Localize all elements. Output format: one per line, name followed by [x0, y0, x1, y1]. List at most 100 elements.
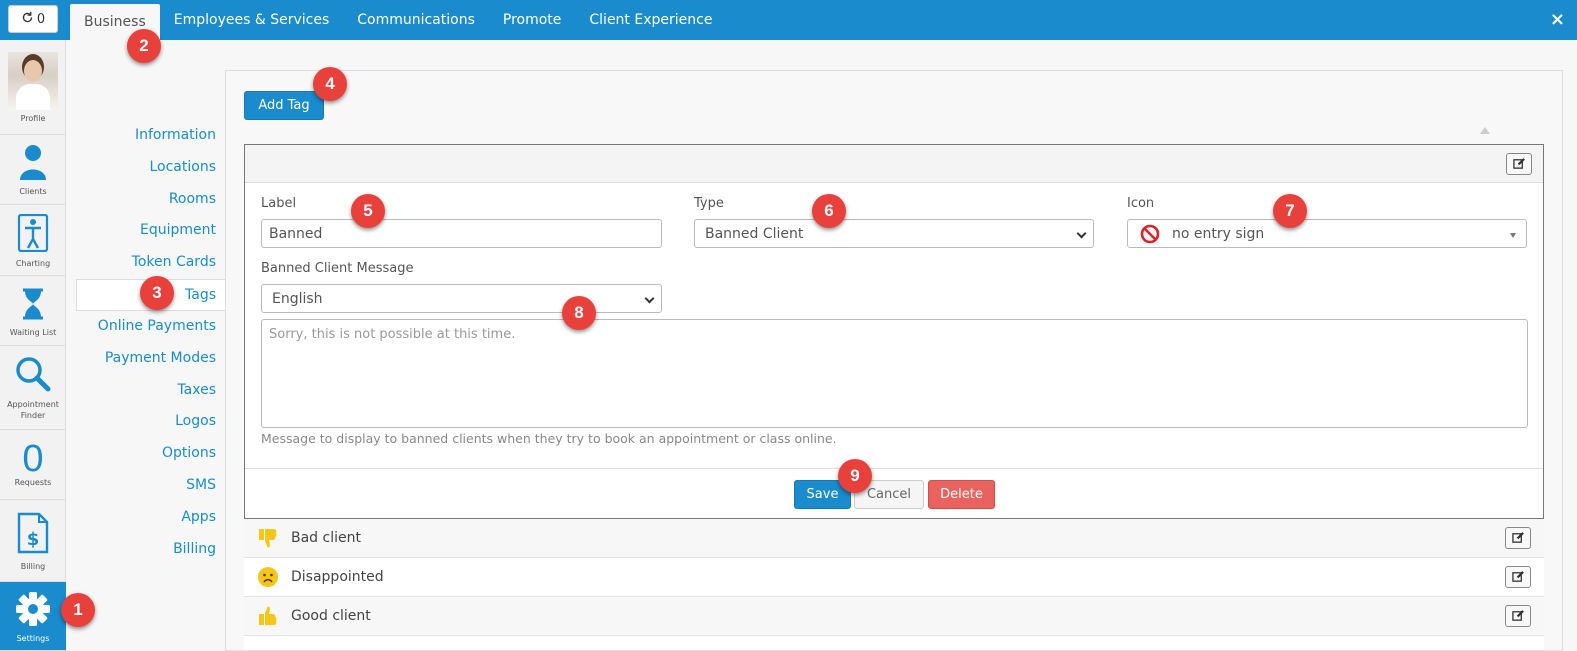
tag-editor: Label Banned Type Banned Client Icon no … [244, 144, 1544, 519]
tab-employees-services[interactable]: Employees & Services [160, 0, 343, 40]
subnav-item-information[interactable]: Information [76, 120, 226, 152]
subnav-item-sms[interactable]: SMS [76, 470, 226, 502]
edit-icon [1511, 529, 1525, 548]
subnav-item-token-cards[interactable]: Token Cards [76, 247, 226, 279]
callout-badge: 6 [812, 194, 846, 228]
subnav-item-online-payments[interactable]: Online Payments [76, 311, 226, 343]
message-textarea[interactable]: Sorry, this is not possible at this time… [261, 319, 1528, 428]
avatar [8, 52, 58, 110]
subnav-item-locations[interactable]: Locations [76, 152, 226, 184]
language-select[interactable]: English [261, 284, 662, 313]
top-bar: 0 Business Employees & Services Communic… [0, 0, 1577, 40]
type-select[interactable]: Banned Client [694, 219, 1094, 248]
type-caption: Type [694, 196, 724, 211]
edit-icon [1511, 568, 1525, 587]
rail-item-waiting-list[interactable]: Waiting List [0, 276, 66, 346]
callout-badge: 4 [313, 67, 347, 101]
tag-row [244, 636, 1544, 651]
rail-label-waiting-list: Waiting List [9, 328, 57, 337]
message-help-text: Message to display to banned clients whe… [261, 431, 837, 446]
rail-item-settings[interactable]: Settings [0, 582, 66, 651]
edit-icon [1512, 155, 1526, 174]
rail-label-charting: Charting [15, 259, 51, 268]
rail-label-settings: Settings [16, 634, 50, 643]
person-icon [18, 144, 48, 184]
icon-caption: Icon [1127, 196, 1155, 211]
edit-button[interactable] [1505, 566, 1531, 588]
callout-badge: 3 [140, 276, 174, 310]
body-chart-icon [17, 213, 49, 256]
callout-badge: 5 [351, 194, 385, 228]
label-input[interactable]: Banned [261, 219, 662, 248]
callout-badge: 7 [1273, 194, 1307, 228]
main-tabs: Business Employees & Services Communicat… [70, 0, 726, 40]
subnav-item-taxes[interactable]: Taxes [76, 375, 226, 407]
language-select-value: English [272, 290, 323, 307]
rail-label-clients: Clients [19, 187, 47, 196]
rail-label-profile: Profile [20, 114, 46, 123]
invoice-dollar-icon: $ [17, 512, 49, 558]
edit-button[interactable] [1506, 153, 1532, 175]
tag-name: Good client [291, 608, 371, 624]
scroll-up-icon[interactable] [1480, 127, 1490, 134]
tag-row: Disappointed [244, 558, 1544, 597]
subnav-item-payment-modes[interactable]: Payment Modes [76, 343, 226, 375]
gear-icon [16, 592, 50, 630]
subnav-item-billing[interactable]: Billing [76, 534, 226, 566]
callout-badge: 2 [127, 29, 161, 63]
no-entry-sign-icon [1140, 224, 1160, 244]
refresh-icon [21, 11, 34, 28]
subnav-item-rooms[interactable]: Rooms [76, 184, 226, 216]
edit-button[interactable] [1505, 527, 1531, 549]
edit-button[interactable] [1505, 605, 1531, 627]
left-rail: Profile Clients Charting Waiting List Ap… [0, 40, 66, 651]
chevron-down-icon [644, 293, 655, 304]
rail-item-charting[interactable]: Charting [0, 205, 66, 276]
tag-row: Bad client [244, 519, 1544, 558]
edit-icon [1511, 607, 1525, 626]
close-icon[interactable]: × [1550, 9, 1565, 30]
rail-label-appointment-finder: Appointment Finder [7, 400, 59, 420]
tab-communications[interactable]: Communications [343, 0, 489, 40]
caret-down-icon [1510, 233, 1516, 238]
rail-item-billing[interactable]: $ Billing [0, 500, 66, 582]
thumbs-down-icon [257, 527, 279, 549]
frowning-face-icon [257, 566, 279, 588]
add-tag-button[interactable]: Add Tag [244, 91, 324, 120]
rail-item-clients[interactable]: Clients [0, 135, 66, 205]
tag-row: Good client [244, 597, 1544, 636]
rail-item-requests[interactable]: 0 Requests [0, 430, 66, 500]
delete-button[interactable]: Delete [928, 480, 995, 509]
requests-count: 0 [22, 438, 44, 480]
tag-editor-header [245, 145, 1543, 183]
rail-label-requests: Requests [14, 478, 52, 487]
subnav-item-equipment[interactable]: Equipment [76, 215, 226, 247]
rail-item-appointment-finder[interactable]: Appointment Finder [0, 346, 66, 430]
tag-name: Bad client [291, 530, 361, 546]
tag-editor-footer: Save Cancel Delete [245, 468, 1543, 519]
refresh-count: 0 [36, 11, 46, 27]
callout-badge: 8 [562, 296, 596, 330]
subnav-item-options[interactable]: Options [76, 438, 226, 470]
icon-select[interactable]: no entry sign [1127, 219, 1527, 248]
hourglass-icon [20, 288, 46, 324]
subnav-item-apps[interactable]: Apps [76, 502, 226, 534]
tag-name: Disappointed [291, 569, 384, 585]
tab-promote[interactable]: Promote [489, 0, 576, 40]
icon-select-value: no entry sign [1172, 225, 1265, 242]
magnifier-icon [15, 356, 51, 396]
callout-badge: 1 [61, 593, 95, 627]
label-caption: Label [261, 196, 297, 211]
tab-client-experience[interactable]: Client Experience [575, 0, 726, 40]
rail-label-billing: Billing [20, 562, 46, 571]
rail-item-profile[interactable]: Profile [0, 40, 66, 135]
subnav-item-logos[interactable]: Logos [76, 406, 226, 438]
settings-subnav: Information Locations Rooms Equipment To… [76, 120, 226, 565]
refresh-button[interactable]: 0 [8, 5, 58, 33]
thumbs-up-icon [257, 605, 279, 627]
chevron-down-icon [1076, 228, 1087, 239]
callout-badge: 9 [838, 459, 872, 493]
message-caption: Banned Client Message [261, 261, 414, 276]
svg-text:$: $ [27, 529, 40, 550]
type-select-value: Banned Client [705, 225, 804, 242]
